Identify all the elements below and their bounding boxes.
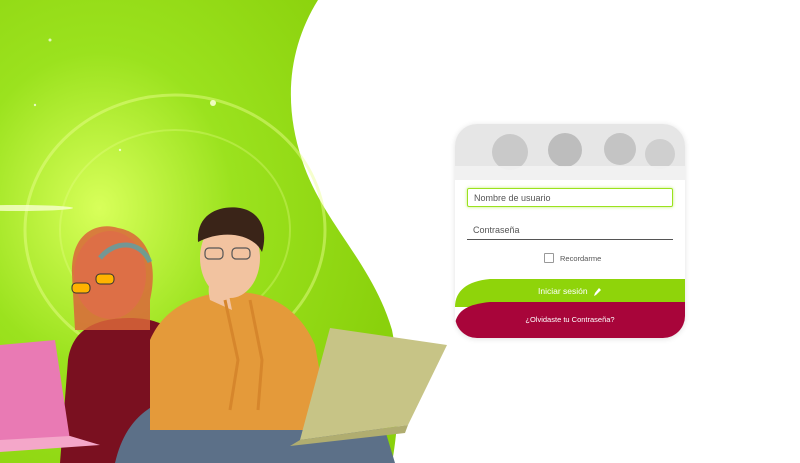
login-button-label[interactable]: Iniciar sesión xyxy=(455,286,685,297)
remember-me-label: Recordarme xyxy=(560,253,602,263)
forgot-password-link[interactable]: ¿Olvidaste tu Contraseña? xyxy=(455,315,685,324)
password-input[interactable] xyxy=(467,221,673,240)
remember-me[interactable]: Recordarme xyxy=(544,253,601,263)
remember-me-checkbox[interactable] xyxy=(544,253,554,263)
login-card: Recordarme Iniciar sesión ¿Olvidaste tu … xyxy=(455,124,685,338)
students-header-photo xyxy=(455,124,685,180)
username-input[interactable] xyxy=(467,188,673,207)
pencil-arrow-icon xyxy=(593,287,601,296)
login-button-text: Iniciar sesión xyxy=(538,286,588,296)
